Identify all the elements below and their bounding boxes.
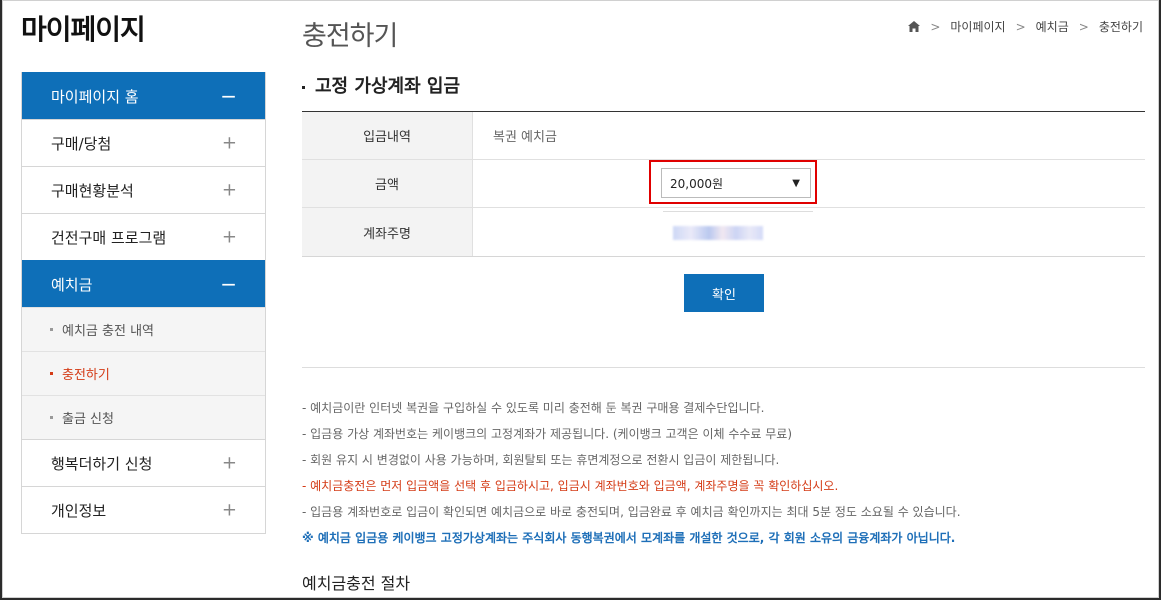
form-label: 입금내역 bbox=[302, 112, 473, 159]
notice-item: - 회원 유지 시 변경없이 사용 가능하며, 회원탈퇴 또는 휴면계정으로 전… bbox=[302, 453, 780, 467]
sidebar-item-mypage-home[interactable]: 마이페이지 홈 − bbox=[22, 72, 265, 119]
bullet-icon bbox=[302, 85, 305, 89]
sidebar-subitem-charge[interactable]: 충전하기 bbox=[22, 351, 265, 395]
bullet-icon bbox=[50, 416, 53, 419]
form-label: 계좌주명 bbox=[302, 208, 473, 256]
divider bbox=[302, 367, 1145, 368]
breadcrumb-item[interactable]: 예치금 bbox=[1036, 18, 1069, 35]
plus-icon: + bbox=[221, 179, 237, 201]
notice-item: - 예치금이란 인터넷 복권을 구입하실 수 있도록 미리 충전해 둔 복권 구… bbox=[302, 401, 765, 415]
chevron-right-icon: > bbox=[1015, 19, 1026, 34]
sidebar-item-personal-info[interactable]: 개인정보 + bbox=[22, 486, 265, 533]
sidebar-item-purchase-analysis[interactable]: 구매현황분석 + bbox=[22, 166, 265, 213]
sidebar-item-deposit[interactable]: 예치금 − bbox=[22, 260, 265, 307]
form-row-amount: 금액 20,000원 ▼ bbox=[302, 160, 1145, 208]
minus-icon: − bbox=[220, 84, 237, 108]
sidebar-subitem-label: 출금 신청 bbox=[62, 412, 114, 427]
sidebar-item-purchase-winning[interactable]: 구매/당첨 + bbox=[22, 119, 265, 166]
caret-down-icon: ▼ bbox=[792, 178, 800, 189]
sidebar-subitem-deposit-history[interactable]: 예치금 충전 내역 bbox=[22, 307, 265, 351]
sidebar-item-label: 건전구매 프로그램 bbox=[51, 228, 167, 247]
notice-item-important: ※ 예치금 입금용 케이뱅크 고정가상계좌는 주식회사 동행복권에서 모계좌를 … bbox=[302, 531, 956, 545]
sidebar-title: 마이페이지 bbox=[21, 13, 146, 46]
notice-item: - 입금용 가상 계좌번호는 케이뱅크의 고정계좌가 제공됩니다. (케이뱅크 … bbox=[302, 427, 793, 441]
confirm-button[interactable]: 확인 bbox=[684, 274, 764, 312]
divider bbox=[663, 211, 813, 212]
plus-icon: + bbox=[221, 226, 237, 248]
sidebar-item-happiness-apply[interactable]: 행복더하기 신청 + bbox=[22, 439, 265, 486]
breadcrumb-item[interactable]: 충전하기 bbox=[1099, 18, 1143, 35]
sidebar-item-label: 개인정보 bbox=[51, 501, 107, 520]
account-holder-masked bbox=[673, 226, 763, 240]
sidebar-item-label: 예치금 bbox=[51, 275, 93, 294]
breadcrumb: > 마이페이지 > 예치금 > 충전하기 bbox=[908, 18, 1143, 35]
notice-item: - 입금용 계좌번호로 입금이 확인되면 예치금으로 바로 충전되며, 입금완료… bbox=[302, 505, 961, 519]
page-title: 충전하기 bbox=[302, 21, 398, 52]
plus-icon: + bbox=[221, 452, 237, 474]
form-row-account-holder: 계좌주명 bbox=[302, 208, 1145, 256]
bullet-icon bbox=[50, 328, 53, 331]
minus-icon: − bbox=[220, 272, 237, 296]
form-value: 20,000원 ▼ bbox=[473, 160, 1145, 207]
bullet-icon bbox=[50, 372, 53, 375]
chevron-right-icon: > bbox=[930, 19, 941, 34]
sidebar-item-label: 마이페이지 홈 bbox=[51, 87, 139, 106]
plus-icon: + bbox=[221, 132, 237, 154]
notice-list: - 예치금이란 인터넷 복권을 구입하실 수 있도록 미리 충전해 둔 복권 구… bbox=[302, 395, 1152, 551]
amount-select[interactable]: 20,000원 ▼ bbox=[661, 168, 811, 198]
deposit-form: 입금내역 복권 예치금 금액 20,000원 ▼ 계좌주명 bbox=[302, 111, 1145, 257]
amount-select-value: 20,000원 bbox=[670, 176, 724, 191]
highlight-box: 20,000원 ▼ bbox=[649, 160, 817, 204]
sidebar-subitem-withdraw[interactable]: 출금 신청 bbox=[22, 395, 265, 439]
notice-item-warning: - 예치금충전은 먼저 입금액을 선택 후 입금하시고, 입금시 계좌번호와 입… bbox=[302, 479, 839, 493]
sidebar-item-label: 행복더하기 신청 bbox=[51, 454, 153, 473]
sidebar-menu: 마이페이지 홈 − 구매/당첨 + 구매현황분석 + 건전구매 프로그램 + 예… bbox=[21, 72, 266, 534]
sidebar-subitem-label: 충전하기 bbox=[62, 368, 110, 383]
form-value: 복권 예치금 bbox=[493, 130, 557, 145]
sidebar-item-label: 구매/당첨 bbox=[51, 134, 112, 153]
sidebar-item-healthy-purchase[interactable]: 건전구매 프로그램 + bbox=[22, 213, 265, 260]
form-row-deposit-type: 입금내역 복권 예치금 bbox=[302, 112, 1145, 160]
form-value bbox=[473, 208, 1145, 256]
home-icon[interactable] bbox=[908, 21, 921, 32]
plus-icon: + bbox=[221, 499, 237, 521]
procedure-title: 예치금충전 절차 bbox=[302, 574, 411, 593]
sidebar-item-label: 구매현황분석 bbox=[51, 181, 134, 200]
sidebar-subitem-label: 예치금 충전 내역 bbox=[62, 324, 154, 339]
form-label: 금액 bbox=[302, 160, 473, 207]
section-title: 고정 가상계좌 입금 bbox=[302, 72, 460, 98]
section-title-text: 고정 가상계좌 입금 bbox=[315, 76, 461, 97]
page-frame: 마이페이지 마이페이지 홈 − 구매/당첨 + 구매현황분석 + 건전구매 프로… bbox=[0, 0, 1161, 600]
chevron-right-icon: > bbox=[1078, 19, 1089, 34]
breadcrumb-item[interactable]: 마이페이지 bbox=[950, 18, 1005, 35]
